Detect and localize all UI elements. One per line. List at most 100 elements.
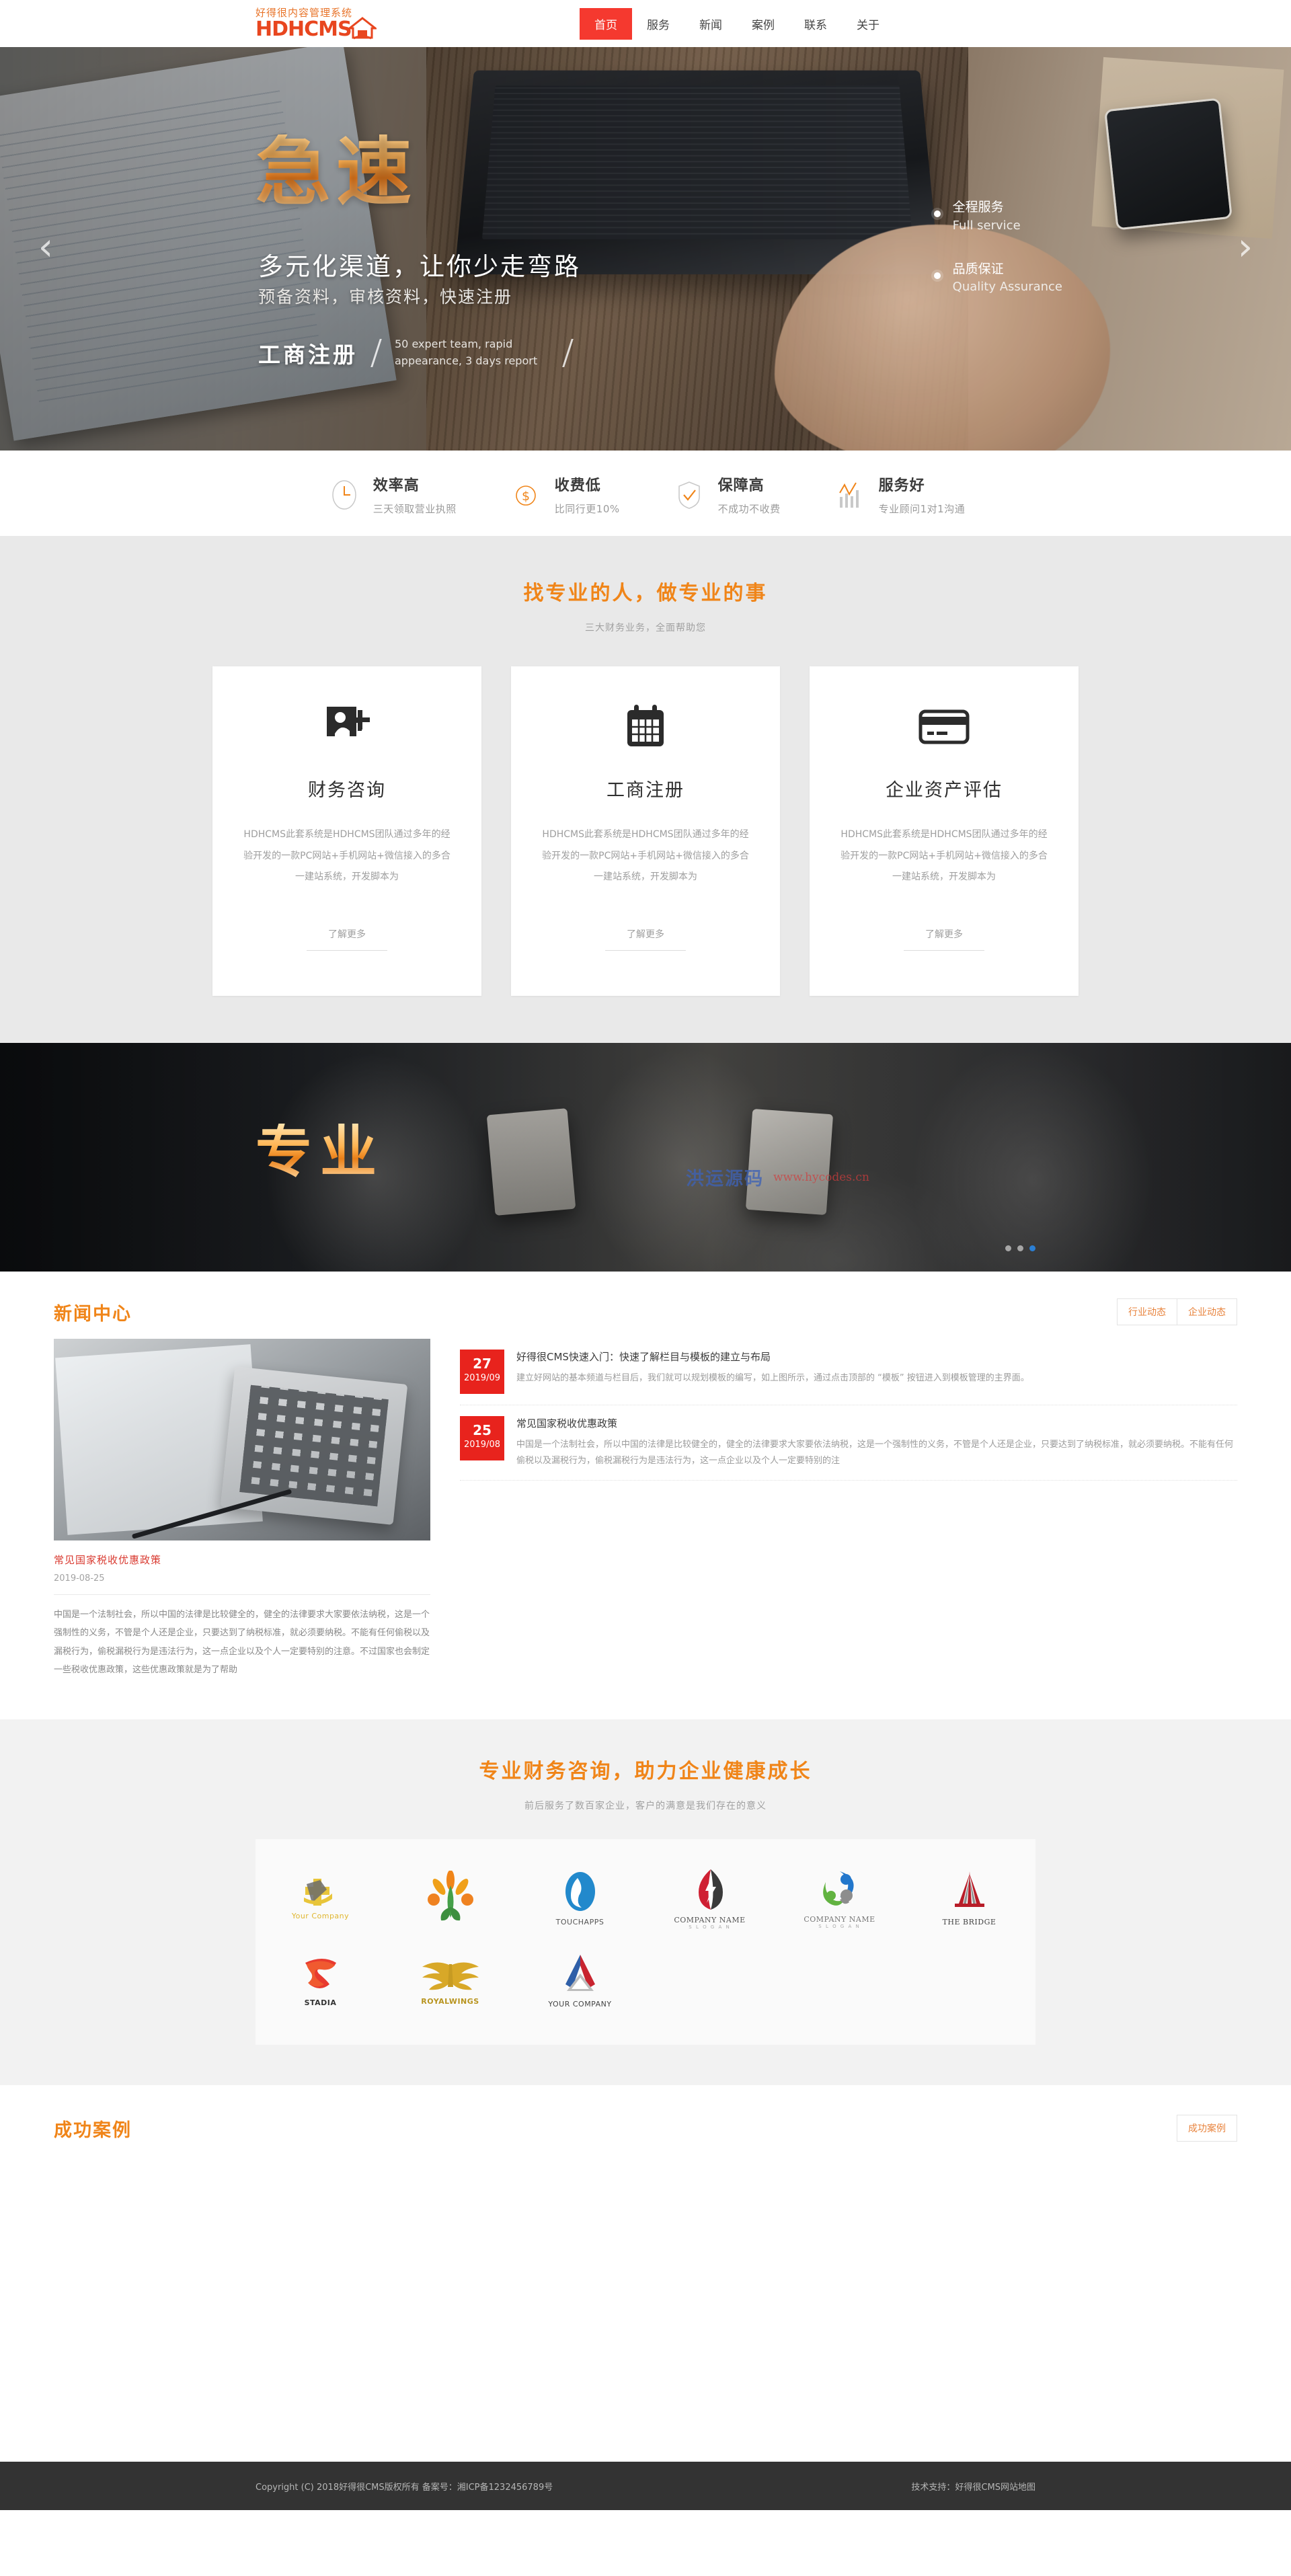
partner-logo[interactable]: COMPANY NAME S L O G A N	[775, 1858, 904, 1940]
partner-cell-empty	[904, 1940, 1034, 2022]
partners-section: 专业财务咨询，助力企业健康成长 前后服务了数百家企业，客户的满意是我们存在的意义…	[0, 1719, 1291, 2086]
site-logo[interactable]: 好得很内容管理系统 HDHCMS	[256, 7, 377, 40]
hero-badge-cn: 全程服务	[952, 200, 1004, 214]
nav-item-home[interactable]: 首页	[580, 7, 632, 40]
partner-name: STADIA	[304, 1998, 337, 2008]
touchapps-logo-icon	[565, 1872, 595, 1912]
partner-logo[interactable]	[385, 1858, 515, 1940]
flower-logo-icon	[427, 1870, 473, 1920]
site-header: 好得很内容管理系统 HDHCMS 首页 服务 新闻 案例 联系 关于	[0, 0, 1291, 47]
partner-logo[interactable]: TOUCHAPPS	[515, 1858, 645, 1940]
partner-logo[interactable]: ROYALWINGS	[385, 1940, 515, 2022]
hero-badge: 品质保证 Quality Assurance	[933, 260, 1062, 297]
carousel-dot[interactable]	[1005, 1245, 1011, 1251]
service-card-title: 企业资产评估	[886, 780, 1003, 801]
hero-badges: 全程服务 Full service 品质保证 Quality Assurance	[933, 198, 1062, 321]
dollar-icon: $	[508, 477, 544, 513]
cases-section: 成功案例 成功案例	[0, 2085, 1291, 2462]
footer-support-link[interactable]: 好得很CMS	[955, 2483, 1001, 2493]
services-title: 找专业的人，做专业的事	[523, 582, 768, 605]
partner-logo[interactable]: STADIA	[256, 1940, 385, 2022]
carousel-dot-active[interactable]	[1029, 1245, 1035, 1251]
feature-desc: 三天领取营业执照	[373, 503, 457, 515]
partner-name: YOUR COMPANY	[548, 2000, 612, 2009]
learn-more-link[interactable]: 了解更多	[925, 927, 963, 941]
service-card-desc: HDHCMS此套系统是HDHCMS团队通过多年的经验开发的一款PC网站+手机网站…	[840, 829, 1048, 882]
partner-name: ROYALWINGS	[421, 1997, 479, 2006]
carousel-dot[interactable]	[1017, 1245, 1023, 1251]
feature-item-service: 服务好 专业顾问1对1沟通	[832, 473, 966, 516]
news-list-item[interactable]: 27 2019/09 好得很CMS快速入门：快速了解栏目与模板的建立与布局 建立…	[460, 1339, 1237, 1405]
calendar-icon	[539, 703, 752, 751]
partner-logo[interactable]: Your Company	[256, 1858, 385, 1940]
news-list-item[interactable]: 25 2019/08 常见国家税收优惠政策 中国是一个法制社会，所以中国的法律是…	[460, 1405, 1237, 1481]
house-icon	[348, 16, 377, 39]
bolt-logo-icon	[698, 1869, 723, 1910]
secondary-banner: 专业 洪运源码 www.hycodes.cn	[0, 1043, 1291, 1272]
news-item-title[interactable]: 好得很CMS快速入门：快速了解栏目与模板的建立与布局	[516, 1350, 1029, 1364]
featured-article-thumbnail	[54, 1339, 430, 1540]
nav-item-about[interactable]: 关于	[842, 8, 894, 40]
feature-item-efficiency: 效率高 三天领取营业执照	[326, 473, 457, 516]
service-card-finance[interactable]: 财务咨询 HDHCMS此套系统是HDHCMS团队通过多年的经验开发的一款PC网站…	[212, 666, 481, 996]
footer-sitemap-link[interactable]: 网站地图	[1001, 2483, 1035, 2493]
divider-slash-2	[562, 338, 574, 367]
nav-item-contact[interactable]: 联系	[789, 8, 842, 40]
news-item-title[interactable]: 常见国家税收优惠政策	[516, 1416, 1237, 1430]
google-plus-icon	[241, 703, 453, 751]
partner-slogan: S L O G A N	[689, 1924, 731, 1930]
news-day: 25	[473, 1422, 492, 1438]
main-nav: 首页 服务 新闻 案例 联系 关于	[580, 7, 894, 40]
featured-article-body: 中国是一个法制社会，所以中国的法律是比较健全的，健全的法律要求大家要依法纳税，这…	[54, 1610, 430, 1675]
hero-banner: 急速 多元化渠道，让你少走弯路 预备资料，审核资料，快速注册 工商注册 50 e…	[0, 47, 1291, 451]
carousel-prev-icon[interactable]: ‹	[32, 225, 59, 273]
underline-divider	[904, 949, 984, 951]
partners-title: 专业财务咨询，助力企业健康成长	[479, 1760, 812, 1784]
carousel-dots	[1005, 1245, 1035, 1251]
news-tab-company[interactable]: 企业动态	[1177, 1298, 1237, 1325]
carousel-next-icon[interactable]: ›	[1232, 225, 1259, 273]
news-item-excerpt: 建立好网站的基本频道与栏目后，我们就可以规划模板的编写，如上图所示，通过点击顶部…	[516, 1373, 1029, 1383]
service-card-desc: HDHCMS此套系统是HDHCMS团队通过多年的经验开发的一款PC网站+手机网站…	[243, 829, 451, 882]
partner-logo[interactable]: COMPANY NAME S L O G A N	[645, 1858, 775, 1940]
feature-bar: 效率高 三天领取营业执照 $ 收费低 比同行更10% 保障高 不成功不收费 服务…	[0, 451, 1291, 536]
shield-check-icon	[671, 477, 707, 513]
cases-title: 成功案例	[54, 2120, 132, 2142]
site-footer: Copyright (C) 2018好得很CMS版权所有 备案号：湘ICP备12…	[0, 2462, 1291, 2511]
news-item-excerpt: 中国是一个法制社会，所以中国的法律是比较健全的，健全的法律要求大家要依法纳税，这…	[516, 1440, 1234, 1467]
footer-support: 技术支持：好得很CMS网站地图	[911, 2480, 1035, 2493]
watermark: 洪运源码 www.hycodes.cn	[686, 1164, 869, 1190]
learn-more-link[interactable]: 了解更多	[328, 927, 366, 941]
watermark-cn: 洪运源码	[686, 1169, 764, 1189]
page-root: 好得很内容管理系统 HDHCMS 首页 服务 新闻 案例 联系 关于 急速 多元…	[0, 0, 1291, 2511]
services-subtitle: 三大财务业务，全面帮助您	[585, 623, 706, 633]
hero-footer-row: 工商注册 50 expert team, rapid appearance, 3…	[258, 336, 574, 370]
feature-desc: 比同行更10%	[554, 503, 620, 515]
hero-badge-en: Full service	[952, 218, 1021, 233]
footer-support-label: 技术支持：	[911, 2482, 955, 2493]
nav-item-service[interactable]: 服务	[632, 8, 684, 40]
nav-item-news[interactable]: 新闻	[684, 8, 737, 40]
underline-divider	[307, 949, 387, 951]
featured-article-title[interactable]: 常见国家税收优惠政策	[54, 1553, 430, 1567]
partner-logo[interactable]: YOUR COMPANY	[515, 1940, 645, 2022]
news-tabs: 行业动态 企业动态	[1117, 1298, 1237, 1325]
partner-name: COMPANY NAME	[674, 1916, 746, 1925]
partner-logo[interactable]: THE BRIDGE	[904, 1858, 1034, 1940]
feature-title: 效率高	[373, 477, 420, 494]
partner-name: TOUCHAPPS	[555, 1918, 604, 1927]
feature-desc: 专业顾问1对1沟通	[878, 503, 966, 515]
news-section: 新闻中心 行业动态 企业动态 常见国家税收优惠政策 2019-08-25 中国是…	[0, 1272, 1291, 1720]
feature-desc: 不成功不收费	[717, 503, 781, 515]
service-card-registration[interactable]: 工商注册 HDHCMS此套系统是HDHCMS团队通过多年的经验开发的一款PC网站…	[511, 666, 780, 996]
nav-item-cases[interactable]: 案例	[737, 8, 789, 40]
featured-article[interactable]: 常见国家税收优惠政策 2019-08-25 中国是一个法制社会，所以中国的法律是…	[54, 1339, 430, 1679]
cases-tab[interactable]: 成功案例	[1177, 2115, 1237, 2142]
people-logo-icon	[822, 1871, 854, 1906]
service-card-asset-valuation[interactable]: 企业资产评估 HDHCMS此套系统是HDHCMS团队通过多年的经验开发的一款PC…	[810, 666, 1079, 996]
wings-logo-icon	[422, 1962, 479, 1990]
learn-more-link[interactable]: 了解更多	[627, 927, 664, 941]
services-section: 找专业的人，做专业的事 三大财务业务，全面帮助您 财务咨询 HDHCMS此套系统…	[0, 536, 1291, 1043]
news-tab-industry[interactable]: 行业动态	[1117, 1298, 1177, 1325]
news-date-badge: 27 2019/09	[460, 1350, 504, 1394]
